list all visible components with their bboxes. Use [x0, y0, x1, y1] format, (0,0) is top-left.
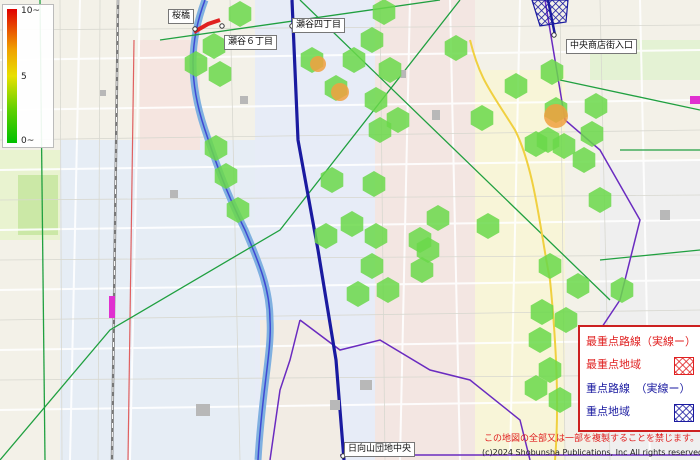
- legend-key-area-label: 重点地域: [586, 405, 630, 418]
- scale-gradient: [7, 9, 17, 143]
- park-area: [18, 175, 58, 235]
- scale-min-label: 0~: [21, 136, 35, 146]
- scale-mid-label: 5: [21, 72, 27, 82]
- legend-most-area-swatch: [674, 357, 694, 375]
- hotspot-high: [331, 83, 349, 101]
- copyright-text: (c)2024 Shobunsha Publications, Inc All …: [482, 448, 700, 457]
- hotspot-high: [544, 104, 568, 128]
- place-label-hinatayama: 日向山団地中央: [344, 442, 416, 457]
- legend-key-route-label: 重点路線 （実線ー）: [586, 382, 691, 395]
- scale-max-label: 10~: [21, 6, 40, 16]
- legend-most-route-label: 最重点路線（実線ー）: [586, 335, 696, 348]
- place-label-seya4: 瀬谷四丁目: [292, 18, 346, 33]
- place-label-sakurabashi: 桜橋: [168, 9, 195, 24]
- place-label-seya6: 瀬谷６丁目: [224, 35, 278, 50]
- intensity-scale: 10~ 5 0~: [2, 4, 54, 148]
- legend-key-area-swatch: [674, 404, 694, 422]
- copy-notice: この地図の全部又は一部を複製することを禁じます。: [484, 434, 700, 444]
- map-legend: 最重点路線（実線ー） 最重点地域 重点路線 （実線ー） 重点地域: [578, 325, 700, 432]
- legend-most-area-label: 最重点地域: [586, 358, 641, 371]
- hotspot-high: [310, 56, 326, 72]
- place-label-chuo-shotengai: 中央商店街入口: [566, 39, 638, 54]
